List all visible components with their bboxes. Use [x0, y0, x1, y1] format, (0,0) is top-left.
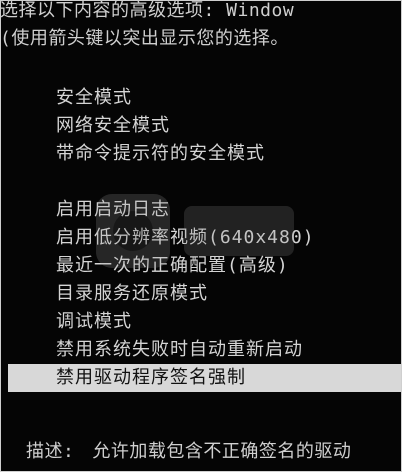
- boot-options-screen: 选择以下内容的高级选项: Window (使用箭头键以突出显示您的选择。 安全模…: [0, 0, 402, 472]
- menu-item-last-known-good-config[interactable]: 最近一次的正确配置(高级): [56, 252, 402, 280]
- menu-item-low-resolution-video[interactable]: 启用低分辨率视频(640x480): [56, 224, 402, 252]
- menu-item-disable-driver-signature[interactable]: 禁用驱动程序签名强制: [8, 364, 402, 392]
- menu-item-safe-mode-networking[interactable]: 网络安全模式: [56, 112, 402, 140]
- header-instructions: (使用箭头键以突出显示您的选择。: [0, 28, 289, 49]
- header-title: 选择以下内容的高级选项: Window: [0, 0, 295, 21]
- description-text: 允许加载包含不正确签名的驱动: [92, 441, 352, 462]
- menu-item-disable-auto-restart[interactable]: 禁用系统失败时自动重新启动: [56, 336, 402, 364]
- menu-item-debugging-mode[interactable]: 调试模式: [56, 308, 402, 336]
- description-label: 描述:: [26, 441, 75, 462]
- description-line: 描述: 允许加载包含不正确签名的驱动: [26, 440, 351, 464]
- menu-item-boot-logging[interactable]: 启用启动日志: [56, 196, 402, 224]
- menu-item-directory-services-restore[interactable]: 目录服务还原模式: [56, 280, 402, 308]
- menu-spacer: [56, 168, 402, 196]
- advanced-boot-menu: 安全模式 网络安全模式 带命令提示符的安全模式 启用启动日志 启用低分辨率视频(…: [8, 84, 402, 392]
- menu-item-safe-mode[interactable]: 安全模式: [56, 84, 402, 112]
- menu-item-safe-mode-command-prompt[interactable]: 带命令提示符的安全模式: [56, 140, 402, 168]
